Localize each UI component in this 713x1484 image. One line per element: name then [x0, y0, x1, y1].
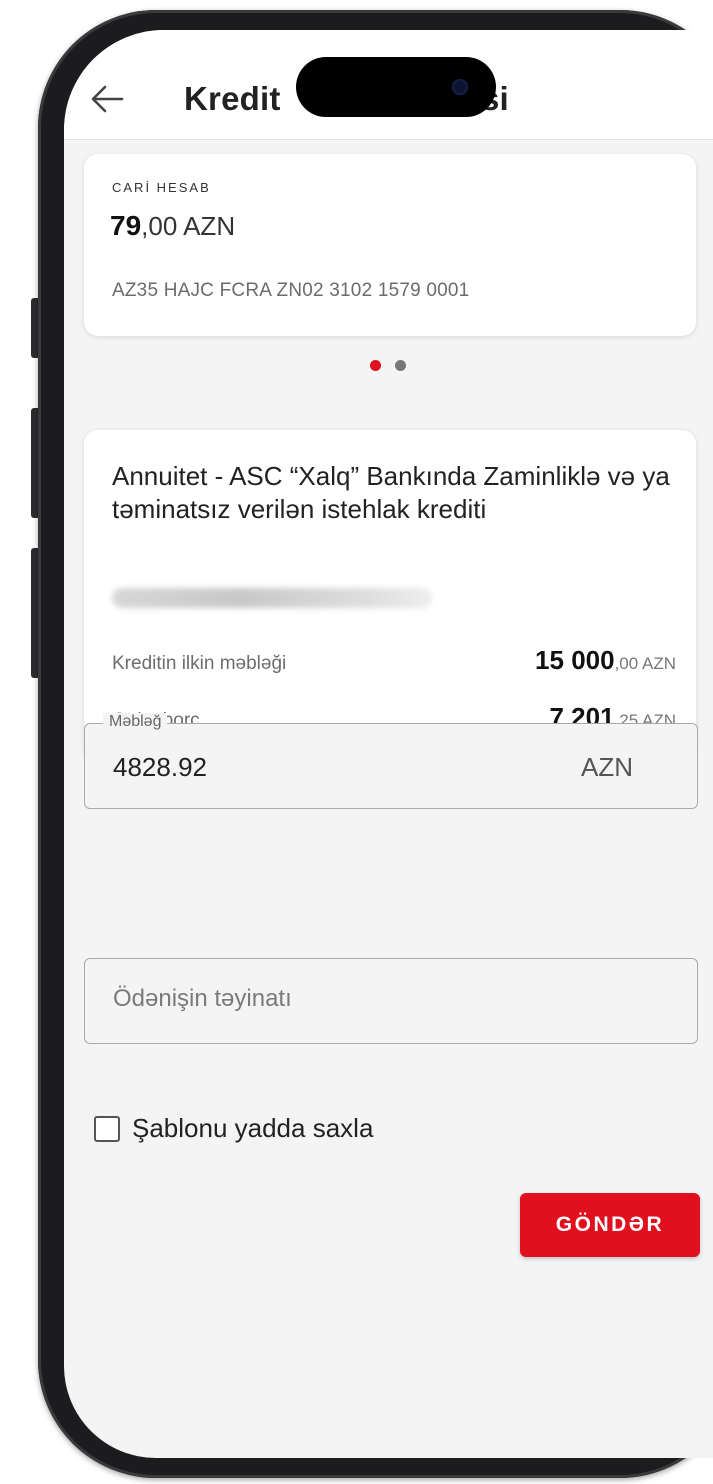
loan-initial-amount-integer: 15 000 [535, 645, 615, 675]
amount-input[interactable] [113, 752, 513, 783]
app-screen: Kredit si CARİ HESAB 79,00 AZN AZ35 HAJC… [64, 30, 713, 1458]
account-balance: 79,00 AZN [110, 210, 235, 242]
loan-initial-amount-row: Kreditin ilkin məbləği 15 000,00 AZN [112, 645, 676, 676]
account-iban: AZ35 HAJC FCRA ZN02 3102 1579 0001 [112, 280, 470, 301]
account-balance-fraction: ,00 AZN [141, 211, 236, 241]
pager-dot[interactable] [395, 360, 406, 371]
send-button[interactable]: GÖNDƏR [520, 1193, 700, 1257]
loan-card[interactable]: Annuitet - ASC “Xalq” Bankında Zaminlikl… [84, 430, 696, 762]
amount-currency: AZN [581, 752, 633, 782]
save-template-checkbox[interactable] [94, 1115, 120, 1142]
back-arrow-icon[interactable] [90, 84, 124, 114]
loan-initial-amount-fraction: ,00 AZN [614, 654, 676, 673]
amount-field-label: Məbləğ [103, 713, 168, 731]
account-type-label: CARİ HESAB [112, 180, 211, 195]
amount-field[interactable]: Məbləğ AZN [84, 713, 698, 809]
pager-dot-active[interactable] [370, 360, 381, 371]
loan-initial-amount-label: Kreditin ilkin məbləği [112, 653, 287, 674]
save-template-label: Şablonu yadda saxla [132, 1113, 374, 1143]
loan-initial-amount-value: 15 000,00 AZN [535, 645, 676, 676]
front-camera-icon [452, 79, 468, 95]
account-card[interactable]: CARİ HESAB 79,00 AZN AZ35 HAJC FCRA ZN02… [84, 154, 696, 336]
payment-purpose-input[interactable] [113, 985, 653, 1013]
dynamic-island [296, 57, 496, 117]
account-balance-integer: 79 [110, 210, 142, 241]
payment-purpose-field[interactable] [84, 958, 698, 1044]
loan-number-redacted [112, 588, 432, 608]
loan-title: Annuitet - ASC “Xalq” Bankında Zaminlikl… [112, 461, 670, 524]
account-pager [370, 360, 406, 371]
save-template-row[interactable]: Şablonu yadda saxla [94, 1113, 373, 1144]
